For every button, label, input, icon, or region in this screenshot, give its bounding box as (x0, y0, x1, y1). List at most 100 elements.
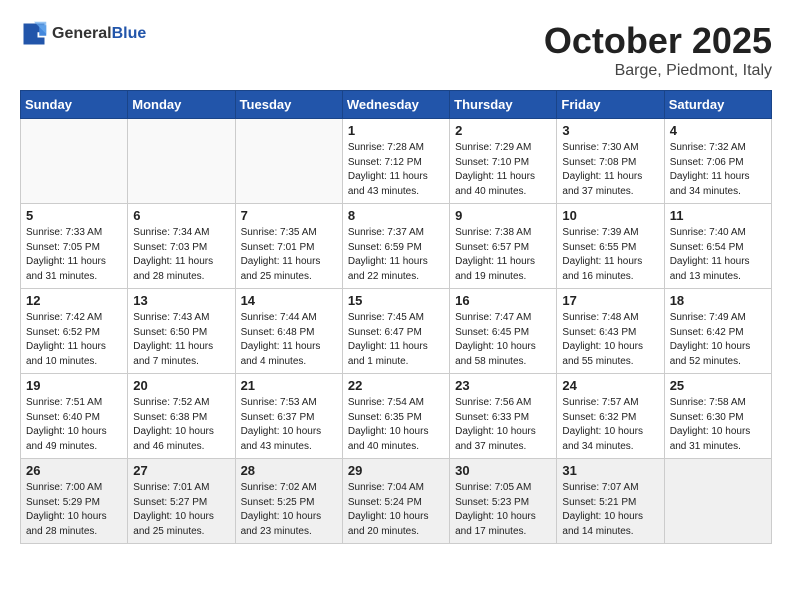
calendar-cell: 6 Sunrise: 7:34 AMSunset: 7:03 PMDaylight… (128, 204, 235, 289)
day-detail: Sunrise: 7:43 AMSunset: 6:50 PMDaylight:… (133, 311, 229, 369)
logo-text: GeneralBlue (52, 25, 146, 43)
calendar-cell: 21 Sunrise: 7:53 AMSunset: 6:37 PMDayligh… (235, 374, 342, 459)
calendar-cell: 18 Sunrise: 7:49 AMSunset: 6:42 PMDayligh… (664, 289, 771, 374)
day-detail: Sunrise: 7:49 AMSunset: 6:42 PMDaylight:… (670, 311, 766, 369)
day-detail: Sunrise: 7:58 AMSunset: 6:30 PMDaylight:… (670, 396, 766, 454)
day-number: 1 (348, 123, 444, 138)
page: GeneralBlue October 2025 Barge, Piedmont… (0, 0, 792, 554)
calendar-cell: 17 Sunrise: 7:48 AMSunset: 6:43 PMDayligh… (557, 289, 664, 374)
day-detail: Sunrise: 7:28 AMSunset: 7:12 PMDaylight:… (348, 141, 444, 199)
day-detail: Sunrise: 7:48 AMSunset: 6:43 PMDaylight:… (562, 311, 658, 369)
day-number: 2 (455, 123, 551, 138)
calendar: Sunday Monday Tuesday Wednesday Thursday… (20, 90, 772, 544)
week-row-4: 19 Sunrise: 7:51 AMSunset: 6:40 PMDayligh… (21, 374, 772, 459)
day-detail: Sunrise: 7:35 AMSunset: 7:01 PMDaylight:… (241, 226, 337, 284)
calendar-cell: 31 Sunrise: 7:07 AMSunset: 5:21 PMDayligh… (557, 459, 664, 544)
calendar-cell: 2 Sunrise: 7:29 AMSunset: 7:10 PMDaylight… (450, 119, 557, 204)
week-row-3: 12Sunrise: 7:42 AMSunset: 6:52 PMDayligh… (21, 289, 772, 374)
col-monday: Monday (128, 91, 235, 119)
day-detail: Sunrise: 7:47 AMSunset: 6:45 PMDaylight:… (455, 311, 551, 369)
col-sunday: Sunday (21, 91, 128, 119)
day-number: 19 (26, 378, 122, 393)
day-detail: Sunrise: 7:34 AMSunset: 7:03 PMDaylight:… (133, 226, 229, 284)
day-detail: Sunrise: 7:54 AMSunset: 6:35 PMDaylight:… (348, 396, 444, 454)
day-number: 12 (26, 293, 122, 308)
calendar-cell: 15 Sunrise: 7:45 AMSunset: 6:47 PMDayligh… (342, 289, 449, 374)
day-number: 6 (133, 208, 229, 223)
day-detail: Sunrise: 7:45 AMSunset: 6:47 PMDaylight:… (348, 311, 444, 369)
day-number: 4 (670, 123, 766, 138)
day-detail: Sunrise: 7:07 AMSunset: 5:21 PMDaylight:… (562, 481, 658, 539)
logo: GeneralBlue (20, 20, 146, 48)
day-number: 10 (562, 208, 658, 223)
calendar-cell (128, 119, 235, 204)
calendar-cell: 28 Sunrise: 7:02 AMSunset: 5:25 PMDayligh… (235, 459, 342, 544)
day-number: 29 (348, 463, 444, 478)
day-number: 16 (455, 293, 551, 308)
day-detail: Sunrise: 7:05 AMSunset: 5:23 PMDaylight:… (455, 481, 551, 539)
day-detail: Sunrise: 7:39 AMSunset: 6:55 PMDaylight:… (562, 226, 658, 284)
calendar-cell: 10 Sunrise: 7:39 AMSunset: 6:55 PMDayligh… (557, 204, 664, 289)
header: GeneralBlue October 2025 Barge, Piedmont… (20, 20, 772, 80)
day-detail: Sunrise: 7:04 AMSunset: 5:24 PMDaylight:… (348, 481, 444, 539)
day-detail: Sunrise: 7:57 AMSunset: 6:32 PMDaylight:… (562, 396, 658, 454)
day-number: 31 (562, 463, 658, 478)
day-detail: Sunrise: 7:44 AMSunset: 6:48 PMDaylight:… (241, 311, 337, 369)
day-detail: Sunrise: 7:32 AMSunset: 7:06 PMDaylight:… (670, 141, 766, 199)
calendar-cell: 20 Sunrise: 7:52 AMSunset: 6:38 PMDayligh… (128, 374, 235, 459)
calendar-cell (235, 119, 342, 204)
day-number: 15 (348, 293, 444, 308)
day-detail: Sunrise: 7:29 AMSunset: 7:10 PMDaylight:… (455, 141, 551, 199)
day-number: 8 (348, 208, 444, 223)
day-number: 18 (670, 293, 766, 308)
day-number: 20 (133, 378, 229, 393)
week-row-1: 1 Sunrise: 7:28 AMSunset: 7:12 PMDaylight… (21, 119, 772, 204)
day-number: 13 (133, 293, 229, 308)
day-detail: Sunrise: 7:52 AMSunset: 6:38 PMDaylight:… (133, 396, 229, 454)
day-detail: Sunrise: 7:53 AMSunset: 6:37 PMDaylight:… (241, 396, 337, 454)
calendar-cell (21, 119, 128, 204)
day-number: 7 (241, 208, 337, 223)
day-number: 27 (133, 463, 229, 478)
logo-blue-text: Blue (112, 25, 147, 42)
calendar-cell (664, 459, 771, 544)
calendar-cell: 1 Sunrise: 7:28 AMSunset: 7:12 PMDaylight… (342, 119, 449, 204)
calendar-cell: 3Sunrise: 7:30 AMSunset: 7:08 PMDaylight… (557, 119, 664, 204)
calendar-cell: 22Sunrise: 7:54 AMSunset: 6:35 PMDayligh… (342, 374, 449, 459)
day-detail: Sunrise: 7:01 AMSunset: 5:27 PMDaylight:… (133, 481, 229, 539)
day-number: 30 (455, 463, 551, 478)
day-detail: Sunrise: 7:51 AMSunset: 6:40 PMDaylight:… (26, 396, 122, 454)
calendar-cell: 23Sunrise: 7:56 AMSunset: 6:33 PMDayligh… (450, 374, 557, 459)
day-number: 21 (241, 378, 337, 393)
day-number: 25 (670, 378, 766, 393)
day-number: 17 (562, 293, 658, 308)
day-detail: Sunrise: 7:02 AMSunset: 5:25 PMDaylight:… (241, 481, 337, 539)
day-detail: Sunrise: 7:40 AMSunset: 6:54 PMDaylight:… (670, 226, 766, 284)
col-wednesday: Wednesday (342, 91, 449, 119)
day-number: 14 (241, 293, 337, 308)
logo-general-text: General (52, 25, 112, 42)
day-detail: Sunrise: 7:38 AMSunset: 6:57 PMDaylight:… (455, 226, 551, 284)
col-saturday: Saturday (664, 91, 771, 119)
calendar-cell: 19 Sunrise: 7:51 AMSunset: 6:40 PMDayligh… (21, 374, 128, 459)
day-detail: Sunrise: 7:37 AMSunset: 6:59 PMDaylight:… (348, 226, 444, 284)
day-number: 9 (455, 208, 551, 223)
location: Barge, Piedmont, Italy (544, 62, 772, 80)
calendar-cell: 16 Sunrise: 7:47 AMSunset: 6:45 PMDayligh… (450, 289, 557, 374)
calendar-cell: 25 Sunrise: 7:58 AMSunset: 6:30 PMDayligh… (664, 374, 771, 459)
day-number: 5 (26, 208, 122, 223)
calendar-cell: 27 Sunrise: 7:01 AMSunset: 5:27 PMDayligh… (128, 459, 235, 544)
calendar-cell: 9 Sunrise: 7:38 AMSunset: 6:57 PMDaylight… (450, 204, 557, 289)
calendar-cell: 8 Sunrise: 7:37 AMSunset: 6:59 PMDaylight… (342, 204, 449, 289)
calendar-cell: 12Sunrise: 7:42 AMSunset: 6:52 PMDayligh… (21, 289, 128, 374)
calendar-cell: 14 Sunrise: 7:44 AMSunset: 6:48 PMDayligh… (235, 289, 342, 374)
calendar-cell: 26Sunrise: 7:00 AMSunset: 5:29 PMDayligh… (21, 459, 128, 544)
month-title: October 2025 (544, 20, 772, 62)
col-tuesday: Tuesday (235, 91, 342, 119)
day-number: 3 (562, 123, 658, 138)
calendar-cell: 29 Sunrise: 7:04 AMSunset: 5:24 PMDayligh… (342, 459, 449, 544)
day-number: 24 (562, 378, 658, 393)
col-friday: Friday (557, 91, 664, 119)
day-number: 28 (241, 463, 337, 478)
col-thursday: Thursday (450, 91, 557, 119)
